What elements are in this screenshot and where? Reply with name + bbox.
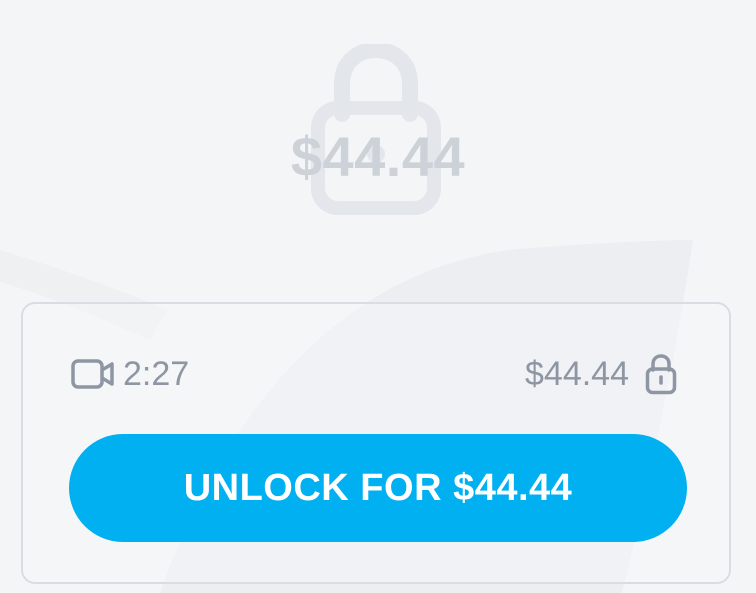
price-info: $44.44 xyxy=(525,352,677,396)
video-camera-icon xyxy=(71,359,114,389)
lock-icon xyxy=(645,354,677,395)
unlock-card: 2:27 $44.44 UNLOCK FOR $44.44 xyxy=(21,302,731,584)
price-text: $44.44 xyxy=(525,355,629,393)
locked-preview: $44.44 xyxy=(0,0,756,240)
media-duration: 2:27 xyxy=(71,352,189,396)
preview-price: $44.44 xyxy=(290,125,466,188)
locked-post-screen: $44.44 2:27 $44.44 UNLOCK FOR $44.44 xyxy=(0,0,756,593)
media-info-row: 2:27 $44.44 xyxy=(71,352,677,396)
duration-text: 2:27 xyxy=(123,355,190,393)
unlock-button[interactable]: UNLOCK FOR $44.44 xyxy=(69,434,687,542)
